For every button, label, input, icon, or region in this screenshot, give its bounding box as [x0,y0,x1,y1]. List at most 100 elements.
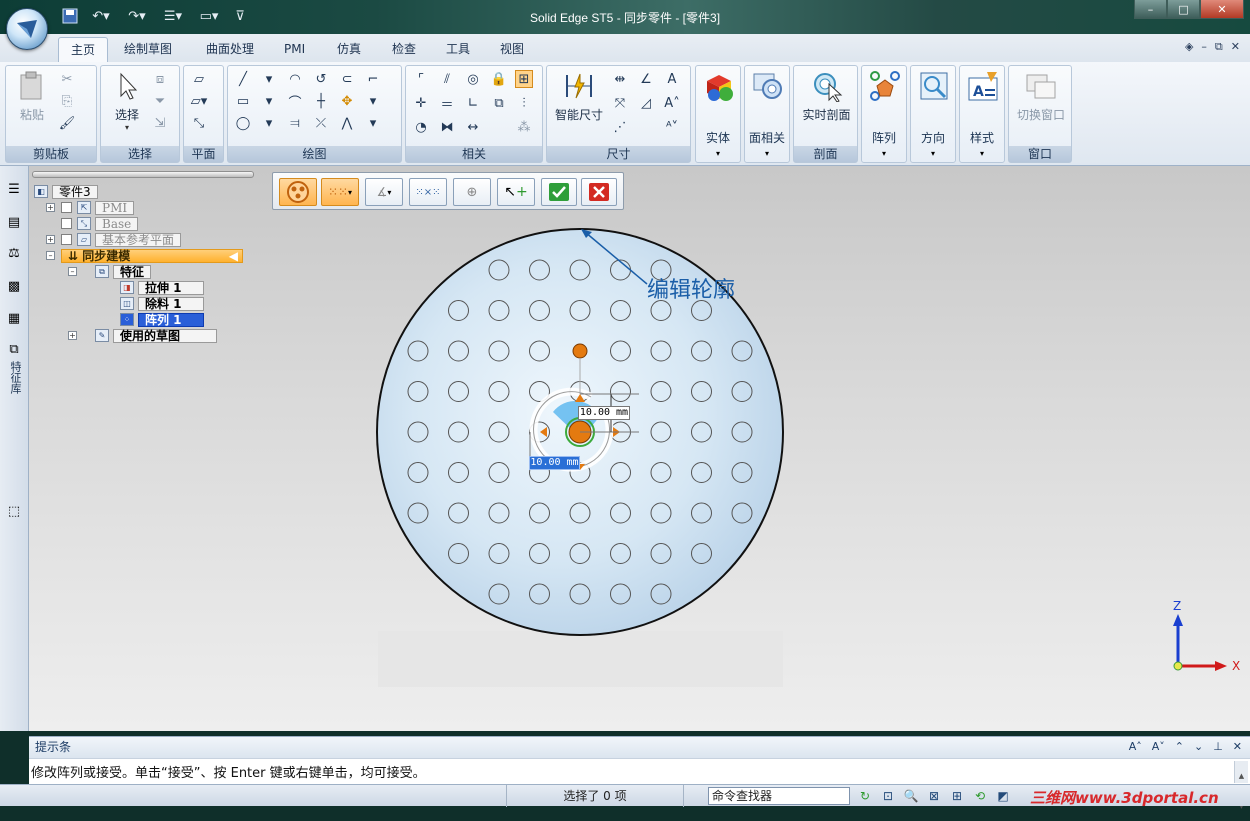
view-style-icon[interactable]: ◩ [994,787,1012,805]
refresh-icon[interactable]: ↻ [856,787,874,805]
face-related-button[interactable] [748,70,788,106]
doc-minimize-icon[interactable]: – [1201,40,1207,54]
maximize-button[interactable]: □ [1167,0,1200,19]
sensors-icon[interactable]: ⚖ [5,244,23,262]
tangent-icon[interactable]: ◔ [412,118,430,136]
mirror-dropdown-icon[interactable]: ▾ [364,114,382,132]
pattern-type-button[interactable] [279,178,317,206]
plane-icon[interactable]: ▱ [190,70,208,88]
include-icon[interactable]: ⫤ [286,114,304,132]
switch-window-button[interactable]: 切换窗口 [1012,70,1070,123]
arc-icon[interactable]: ◠ [286,70,304,88]
reference-point-button[interactable]: ⊕ [453,178,491,206]
expand-icon[interactable]: + [46,235,55,244]
circle-dropdown-icon[interactable]: ▾ [260,114,278,132]
tree-item-synchronous[interactable]: – ⇊ 同步建模 ◀ [46,248,243,263]
vertical-spacing-dimension[interactable]: 10.00 mm [578,406,630,420]
suppress-occurrence-button[interactable]: ⁙×⁙ [409,178,447,206]
live-section-button[interactable]: 实时剖面 [797,70,856,123]
split-icon[interactable]: ⤫ [312,114,330,132]
tab-tools[interactable]: 工具 [434,37,482,62]
tab-sketching[interactable]: 绘制草图 [112,37,184,62]
feature-library-icon[interactable]: ⧉ [5,340,23,358]
tab-simulation[interactable]: 仿真 [325,37,373,62]
pathfinder-splitter[interactable] [32,171,254,178]
minimize-button[interactable]: – [1134,0,1167,19]
symmetric-icon[interactable]: ⧓ [438,118,456,136]
visibility-checkbox[interactable] [61,202,72,213]
close-button[interactable]: ✕ [1200,0,1244,19]
horizontal-vertical-icon[interactable]: ✛ [412,94,430,112]
cancel-button[interactable] [581,178,617,206]
perpendicular-icon[interactable]: ∟ [464,94,482,112]
text-small-icon[interactable]: ᴬ˅ [663,118,681,136]
select-box-icon[interactable]: ⧈ [151,70,169,88]
tab-pmi[interactable]: PMI [272,37,317,62]
pan-icon[interactable]: ⊞ [948,787,966,805]
chamfer-dim-icon[interactable]: ⋰ [611,118,629,136]
font-smaller-icon[interactable]: A˅ [1152,737,1165,757]
mirror-icon[interactable]: ⋀ [338,114,356,132]
smart-dimension-button[interactable]: 智能尺寸 [551,70,607,123]
collapse-icon[interactable]: – [68,267,77,276]
equal-icon[interactable]: ＝ [438,94,456,113]
tree-item-cutout[interactable]: ◫ 除料 1 [120,296,204,311]
extend-icon[interactable]: ┼ [312,92,330,110]
visibility-checkbox[interactable] [61,218,72,229]
tree-item-used-sketches[interactable]: + ✎ 使用的草图 [68,328,217,343]
doc-close-icon[interactable]: ✕ [1231,40,1240,54]
relation-assistant-icon[interactable]: ⁂ [515,118,533,136]
fillet-icon[interactable]: ⌐ [364,70,382,88]
fit-icon[interactable]: ⊠ [925,787,943,805]
fit-type-dropdown[interactable]: ∡ ▾ [365,178,403,206]
curve-icon[interactable]: ⌒ [286,92,304,111]
fill-icon[interactable]: ▾ [364,92,382,110]
tree-item-pattern[interactable]: ⁘ 阵列 1 [120,312,204,327]
circle-icon[interactable]: ◯ [234,114,252,132]
offset-icon[interactable]: ⊂ [338,70,356,88]
family-of-parts-icon[interactable]: ▦ [5,309,23,327]
plane-dropdown-icon[interactable]: ▱▾ [190,92,208,110]
rectangle-icon[interactable]: ▭ [234,92,252,110]
font-larger-icon[interactable]: A˄ [1129,737,1142,757]
dock-down-icon[interactable]: ⌄ [1194,737,1203,757]
add-occurrence-button[interactable]: ↖+ [497,178,535,206]
maintain-relations-icon[interactable]: ⫶ [515,94,533,112]
rotate-icon[interactable]: ⟲ [971,787,989,805]
horizontal-spacing-dimension[interactable]: 10.00 mm [529,456,580,470]
text-size-icon[interactable]: A˄ [663,94,681,112]
expand-icon[interactable]: + [68,331,77,340]
collapse-up-icon[interactable]: ⌃ [1175,737,1184,757]
parallel-icon[interactable]: ⫽ [438,70,456,88]
connect-icon[interactable]: ⌜ [412,70,430,88]
help-icon[interactable]: ◈ [1185,40,1193,54]
tab-view[interactable]: 视图 [488,37,536,62]
pathfinder-icon[interactable]: ☰ [5,180,23,198]
tree-item-pmi[interactable]: + ⇱ PMI [46,200,135,215]
rectangular-pattern-dropdown[interactable]: ⁙⁙ ▾ [321,178,359,206]
coordinate-dim-icon[interactable]: ⤧ [611,94,629,112]
solids-button[interactable] [699,70,739,106]
line-dropdown-icon[interactable]: ▾ [260,70,278,88]
coordinate-system-icon[interactable]: ⤡ [190,114,208,132]
rect-dropdown-icon[interactable]: ▾ [260,92,278,110]
collapse-icon[interactable]: – [46,251,55,260]
rigid-set-icon[interactable]: ⧉ [490,94,508,112]
command-finder-input[interactable]: 命令查找器 [708,787,850,805]
concentric-icon[interactable]: ◎ [464,70,482,88]
close-prompt-icon[interactable]: ✕ [1233,737,1242,757]
paste-button[interactable]: 粘贴 [12,70,52,123]
collinear-icon[interactable]: ↔ [464,118,482,136]
accept-button[interactable] [541,178,577,206]
select-button[interactable]: 选择 ▾ [107,70,147,132]
color-manager-icon[interactable]: ▩ [5,277,23,295]
teamcenter-icon[interactable]: ⬚ [5,502,23,520]
tree-item-extrude[interactable]: ◨ 拉伸 1 [120,280,204,295]
lock-icon[interactable]: 🔒 [490,70,508,88]
style-button[interactable]: A [963,70,1003,106]
tree-root[interactable]: ◧ 零件3 [34,184,98,199]
distance-between-icon[interactable]: ⇹ [611,70,629,88]
visibility-checkbox[interactable] [61,234,72,245]
feature-library-tab-label[interactable]: 特征库 [8,361,22,394]
application-button[interactable] [6,8,48,50]
